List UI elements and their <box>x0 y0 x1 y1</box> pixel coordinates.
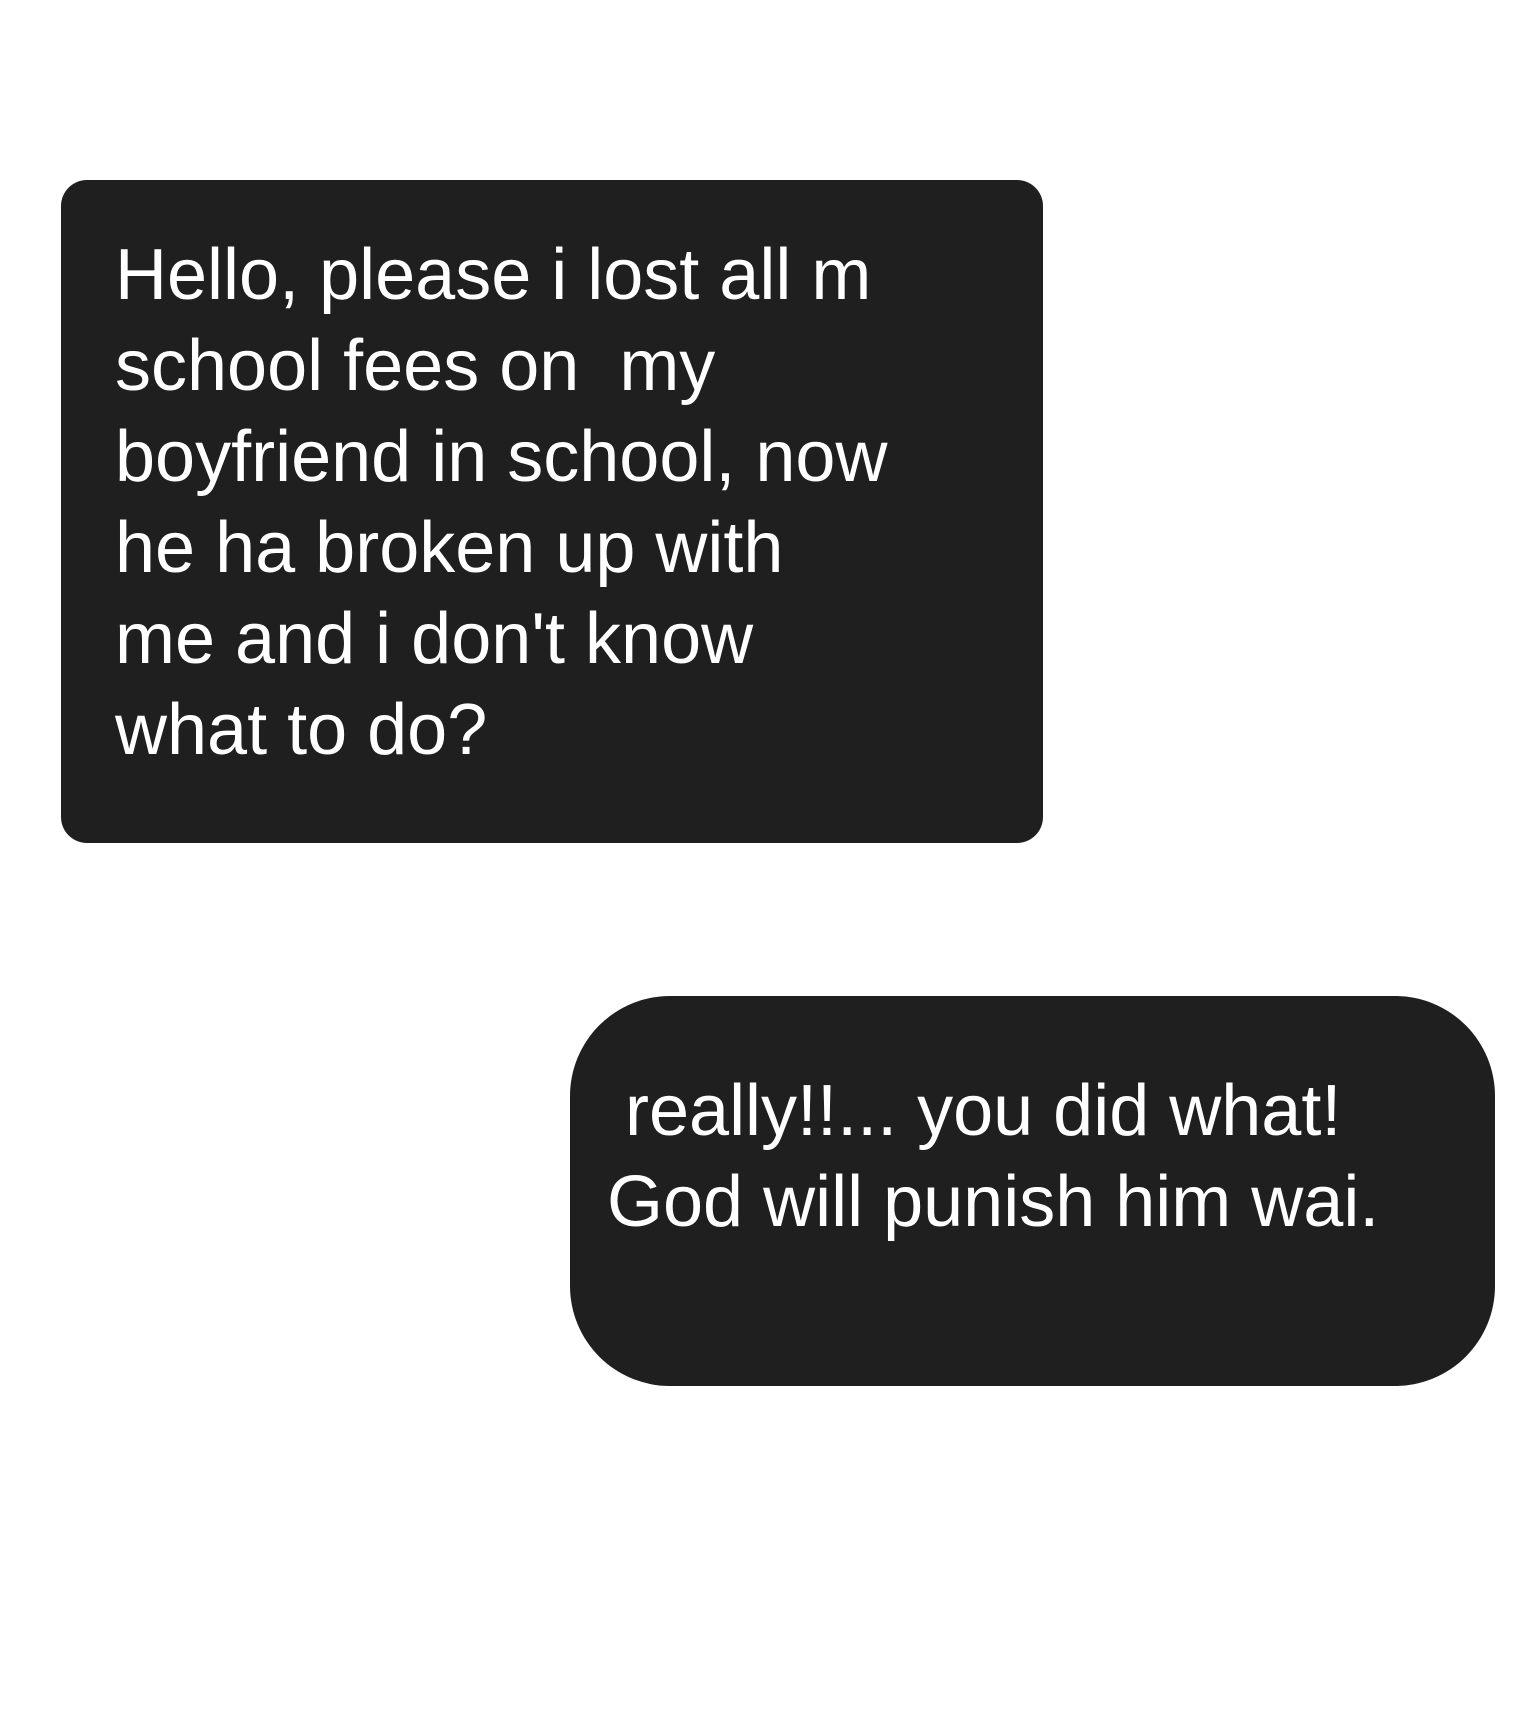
message-text-line: me and i don't know <box>115 599 754 679</box>
outgoing-message-bubble: really!!... you did what! God will punis… <box>570 996 1495 1386</box>
message-text-line: what to do? <box>115 690 488 770</box>
message-text-line: Hello, please i lost all m <box>115 235 872 315</box>
incoming-message-bubble: Hello, please i lost all m school fees o… <box>61 180 1043 843</box>
message-text-line: God will punish him wai. <box>607 1162 1380 1242</box>
message-text-line: he ha broken up with <box>115 508 784 588</box>
message-text-line: school fees on my <box>115 326 716 406</box>
message-text-line: boyfriend in school, now <box>115 417 888 497</box>
message-text-line: really!!... you did what! <box>625 1071 1342 1151</box>
